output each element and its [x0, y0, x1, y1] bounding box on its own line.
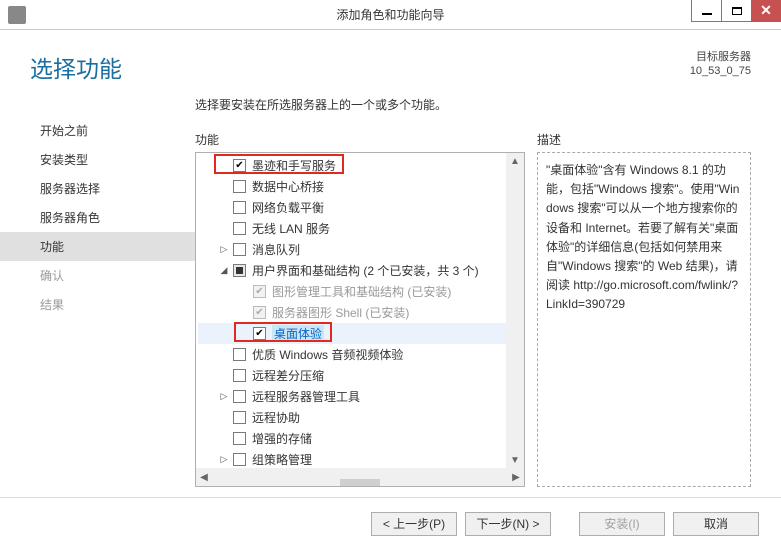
sidebar-item-confirm[interactable]: 确认 [0, 261, 195, 290]
sidebar-item-before-begin[interactable]: 开始之前 [0, 116, 195, 145]
features-tree[interactable]: 墨迹和手写服务 数据中心桥接 网络负载平衡 无线 LAN 服务 ▷消息队列 [195, 152, 525, 487]
page-title: 选择功能 [30, 50, 122, 84]
window-controls: ✕ [691, 0, 781, 22]
scroll-left-icon[interactable]: ◀ [196, 469, 212, 485]
sidebar: 开始之前 安装类型 服务器选择 服务器角色 功能 确认 结果 [0, 90, 195, 487]
tree-item-gfx-tools: 图形管理工具和基础结构 (已安装) [198, 281, 524, 302]
sidebar-item-features[interactable]: 功能 [0, 232, 195, 261]
tree-item-wireless-lan[interactable]: 无线 LAN 服务 [198, 218, 524, 239]
description-box: "桌面体验"含有 Windows 8.1 的功能，包括"Windows 搜索"。… [537, 152, 751, 487]
checkbox-disabled-icon [253, 306, 266, 319]
scroll-up-icon[interactable]: ▲ [507, 153, 523, 169]
chevron-right-icon[interactable]: ▷ [218, 391, 230, 403]
tree-item-ink[interactable]: 墨迹和手写服务 [198, 155, 524, 176]
sidebar-item-install-type[interactable]: 安装类型 [0, 145, 195, 174]
window-title: 添加角色和功能向导 [336, 6, 444, 23]
cancel-button[interactable]: 取消 [673, 512, 759, 536]
features-label: 功能 [195, 131, 525, 148]
wizard-body: 开始之前 安装类型 服务器选择 服务器角色 功能 确认 结果 选择要安装在所选服… [0, 90, 781, 487]
checkbox-icon[interactable] [253, 327, 266, 340]
checkbox-disabled-icon [253, 285, 266, 298]
description-label: 描述 [537, 131, 751, 148]
sidebar-item-server-roles[interactable]: 服务器角色 [0, 203, 195, 232]
scroll-thumb[interactable] [340, 479, 380, 487]
tree-item-remote-assist[interactable]: 远程协助 [198, 407, 524, 428]
destination-server-block: 目标服务器 10_53_0_75 [690, 50, 751, 79]
checkbox-icon[interactable] [233, 201, 246, 214]
tree-item-nlb[interactable]: 网络负载平衡 [198, 197, 524, 218]
destination-label: 目标服务器 [690, 50, 751, 64]
chevron-right-icon[interactable]: ▷ [218, 454, 230, 466]
install-button: 安装(I) [579, 512, 665, 536]
sidebar-item-results[interactable]: 结果 [0, 290, 195, 319]
tree-item-datacenter-bridging[interactable]: 数据中心桥接 [198, 176, 524, 197]
sidebar-item-server-select[interactable]: 服务器选择 [0, 174, 195, 203]
previous-button[interactable]: < 上一步(P) [371, 512, 457, 536]
checkbox-partial-icon[interactable] [233, 264, 246, 277]
tree-item-qwave[interactable]: 优质 Windows 音频视频体验 [198, 344, 524, 365]
chevron-down-icon[interactable]: ◢ [218, 265, 230, 277]
tree-item-gpm[interactable]: ▷组策略管理 [198, 449, 524, 468]
wizard-footer: < 上一步(P) 下一步(N) > 安装(I) 取消 [0, 497, 781, 549]
checkbox-icon[interactable] [233, 159, 246, 172]
features-column: 选择要安装在所选服务器上的一个或多个功能。 功能 墨迹和手写服务 数据中心桥接 … [195, 96, 525, 487]
tree-item-rdc[interactable]: 远程差分压缩 [198, 365, 524, 386]
checkbox-icon[interactable] [233, 222, 246, 235]
checkbox-icon[interactable] [233, 432, 246, 445]
checkbox-icon[interactable] [233, 243, 246, 256]
tree-item-server-shell: 服务器图形 Shell (已安装) [198, 302, 524, 323]
tree-item-rsat[interactable]: ▷远程服务器管理工具 [198, 386, 524, 407]
app-icon [8, 6, 26, 24]
instruction-text: 选择要安装在所选服务器上的一个或多个功能。 [195, 96, 525, 113]
maximize-button[interactable] [721, 0, 751, 22]
chevron-right-icon[interactable]: ▷ [218, 244, 230, 256]
checkbox-icon[interactable] [233, 369, 246, 382]
checkbox-icon[interactable] [233, 411, 246, 424]
main-panel: 选择要安装在所选服务器上的一个或多个功能。 功能 墨迹和手写服务 数据中心桥接 … [195, 90, 763, 487]
tree-item-ui-infra[interactable]: ◢用户界面和基础结构 (2 个已安装，共 3 个) [198, 260, 524, 281]
checkbox-icon[interactable] [233, 453, 246, 466]
wizard-header: 选择功能 目标服务器 10_53_0_75 [0, 30, 781, 90]
scroll-down-icon[interactable]: ▼ [507, 452, 523, 468]
checkbox-icon[interactable] [233, 390, 246, 403]
horizontal-scrollbar[interactable]: ◀ ▶ [196, 468, 524, 486]
close-button[interactable]: ✕ [751, 0, 781, 22]
next-button[interactable]: 下一步(N) > [465, 512, 551, 536]
vertical-scrollbar[interactable]: ▲ ▼ [506, 153, 524, 468]
tree-item-desktop-experience[interactable]: 桌面体验 [198, 323, 524, 344]
checkbox-icon[interactable] [233, 180, 246, 193]
tree-item-msg-queue[interactable]: ▷消息队列 [198, 239, 524, 260]
description-column: 描述 "桌面体验"含有 Windows 8.1 的功能，包括"Windows 搜… [537, 96, 751, 487]
checkbox-icon[interactable] [233, 348, 246, 361]
title-bar: 添加角色和功能向导 ✕ [0, 0, 781, 30]
tree-item-enhanced-storage[interactable]: 增强的存储 [198, 428, 524, 449]
minimize-button[interactable] [691, 0, 721, 22]
scroll-right-icon[interactable]: ▶ [508, 469, 524, 485]
destination-value: 10_53_0_75 [690, 64, 751, 78]
